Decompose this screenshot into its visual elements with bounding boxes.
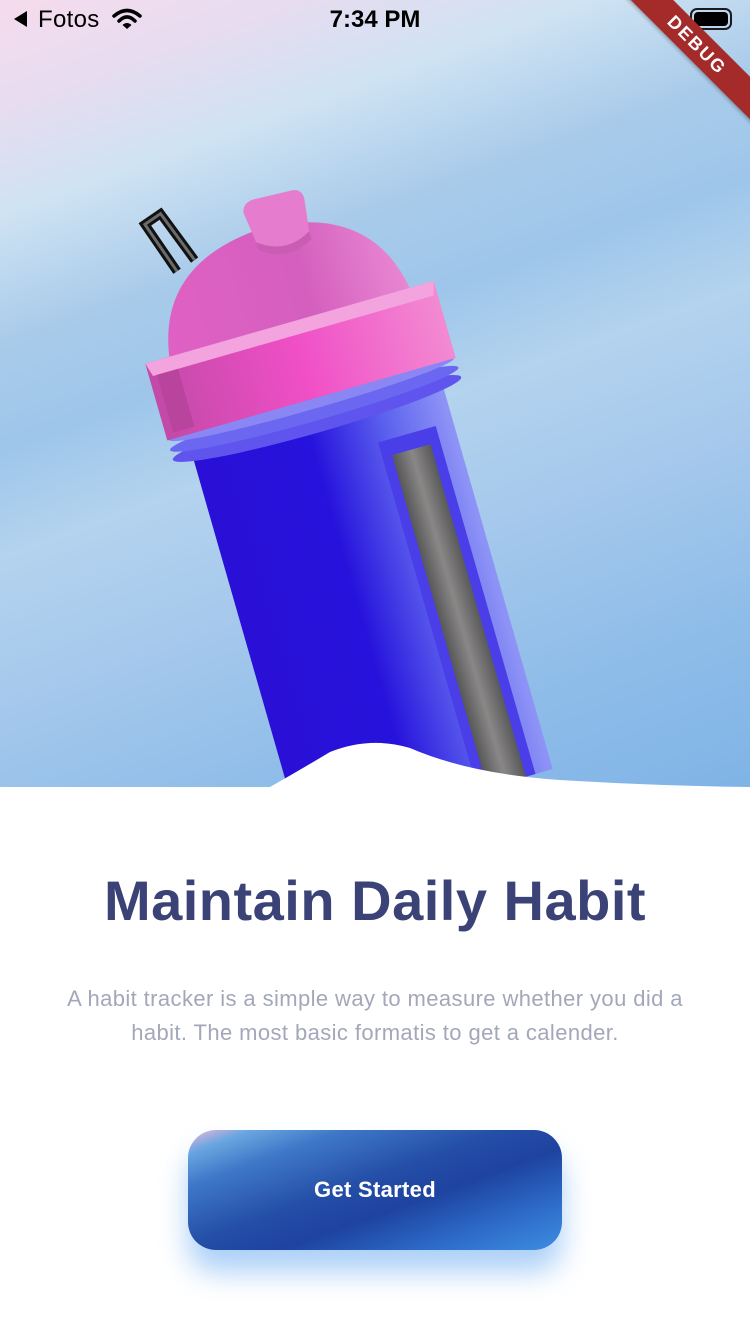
hero-background: Fotos 7:34 PM DEBUG: [0, 0, 750, 800]
get-started-button[interactable]: Get Started: [188, 1130, 562, 1250]
page-description: A habit tracker is a simple way to measu…: [67, 986, 683, 1045]
shaker-bottle-illustration: [138, 190, 553, 800]
status-time: 7:34 PM: [329, 6, 421, 33]
wave-divider: [0, 742, 750, 800]
page-title: Maintain Daily Habit: [103, 869, 647, 932]
